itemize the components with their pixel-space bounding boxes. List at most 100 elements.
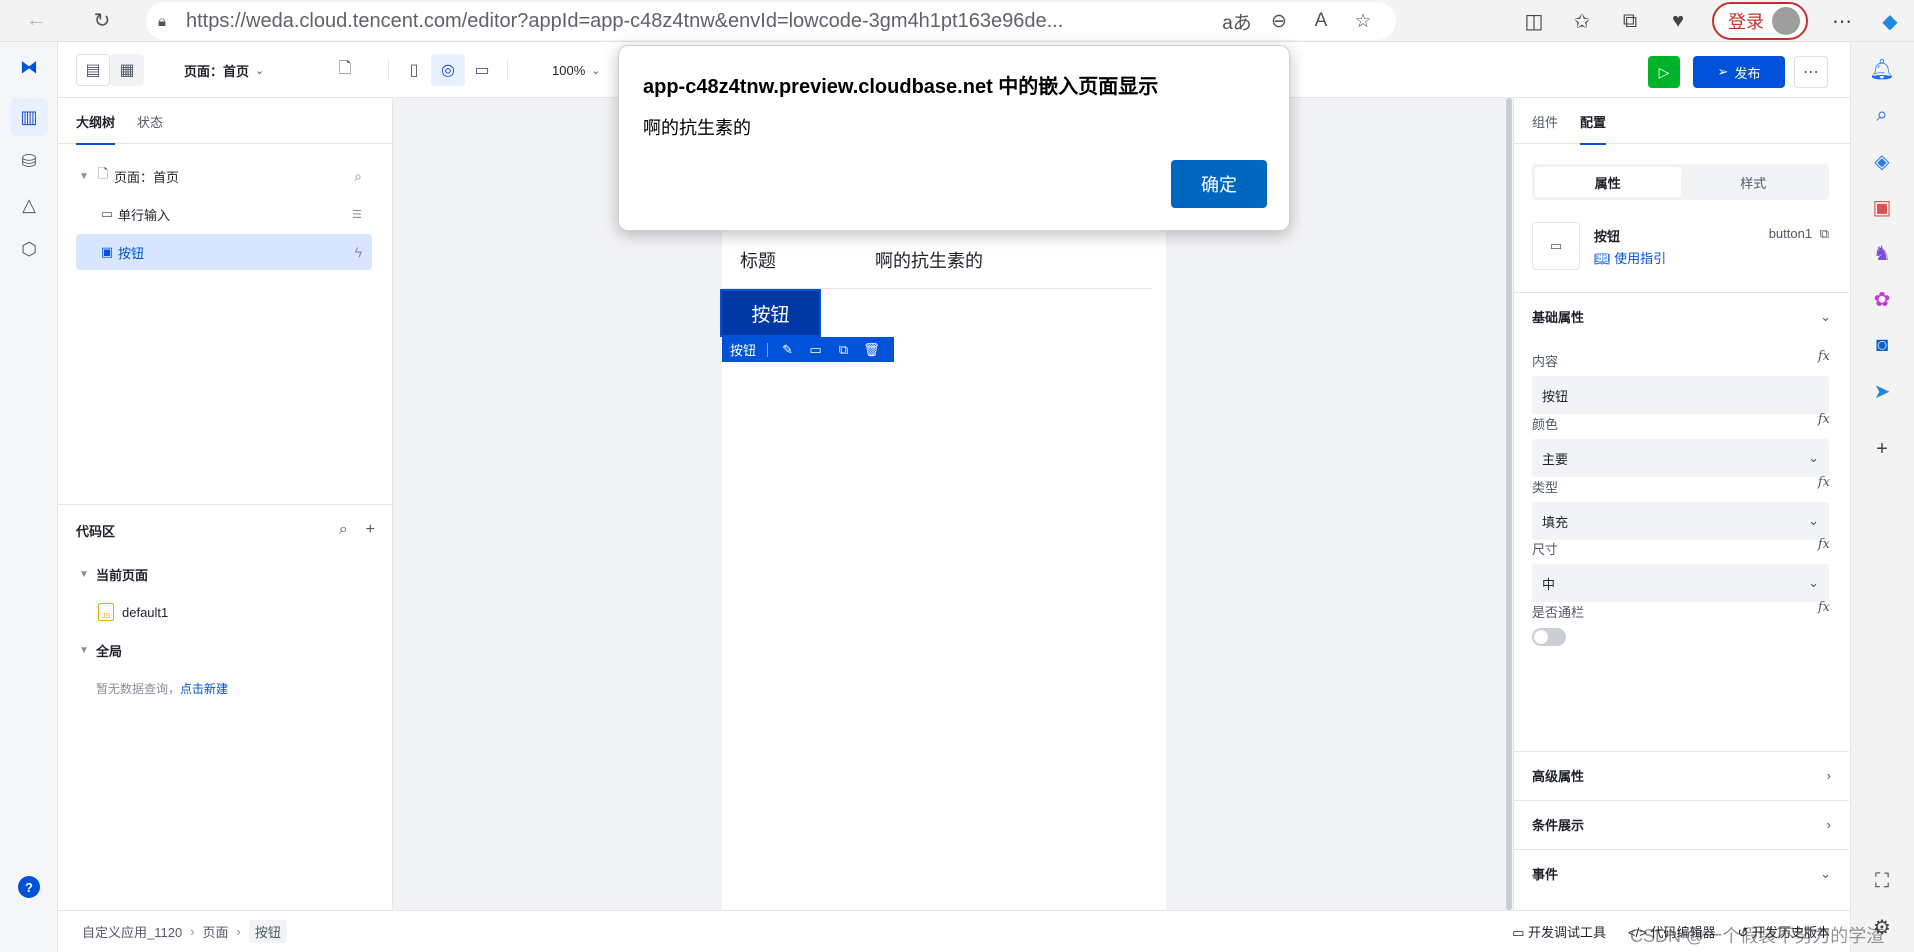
tab-state[interactable]: 状态 <box>137 98 163 144</box>
search-icon[interactable]: ⌕ <box>339 521 348 539</box>
back-icon[interactable]: ← <box>16 0 56 40</box>
publish-button[interactable]: ➢ 发布 <box>1693 56 1785 88</box>
fx-icon[interactable]: fx <box>1818 349 1830 364</box>
condition-header[interactable]: 条件展示 › <box>1514 800 1849 848</box>
lock-icon[interactable]: 🔒︎ <box>158 13 186 30</box>
text-size-icon[interactable]: A <box>1300 10 1342 32</box>
mobile-view-icon[interactable]: ▯ <box>397 54 431 86</box>
chevron-down-icon[interactable]: ⌄ <box>1820 309 1831 325</box>
caret-down-icon[interactable]: ▼ <box>76 569 92 580</box>
breadcrumb-item[interactable]: 按钮 <box>248 920 287 943</box>
add-page-icon[interactable]: 🗋︎ <box>328 54 362 86</box>
components-icon[interactable]: △ <box>10 186 48 224</box>
health-icon[interactable]: ♥ <box>1654 1 1702 41</box>
type-select[interactable]: 填充 ⌄ <box>1532 502 1829 540</box>
template-icon[interactable]: ▦ <box>110 54 144 86</box>
events-header[interactable]: 事件 ⌄ <box>1514 849 1849 897</box>
usage-guide-link[interactable]: 📖︎ 使用指引 <box>1594 248 1666 267</box>
color-select[interactable]: 主要 ⌄ <box>1532 439 1829 477</box>
basic-props-header[interactable]: 基础属性 ⌄ <box>1514 292 1849 340</box>
responsive-view-icon[interactable]: ◎ <box>431 54 465 86</box>
tag-icon[interactable]: ◈ <box>1867 146 1897 176</box>
layout-icon[interactable]: ▥ <box>10 98 48 136</box>
outlook-icon[interactable]: ◙ <box>1867 330 1897 360</box>
refresh-icon[interactable]: ↻ <box>82 0 122 40</box>
delete-icon[interactable]: 🗑︎ <box>863 342 880 358</box>
segment-props[interactable]: 属性 <box>1535 167 1681 197</box>
favorites-icon[interactable]: ✩ <box>1558 1 1606 41</box>
group-current-page[interactable]: ▼ 当前页面 <box>58 555 393 593</box>
breadcrumb-item[interactable]: 页面 <box>203 922 229 941</box>
edit-icon[interactable]: ✎ <box>779 342 796 358</box>
debug-tools-button[interactable]: ▭ 开发调试工具 <box>1512 922 1606 941</box>
url-text[interactable]: https://weda.cloud.tencent.com/editor?ap… <box>186 10 1216 33</box>
copy-icon[interactable]: ⧉ <box>1820 226 1829 241</box>
tree-item-input[interactable]: ▭ 单行输入 ☰ <box>76 196 372 232</box>
canvas-button[interactable]: 按钮 <box>720 289 821 337</box>
fx-icon[interactable]: fx <box>1818 537 1830 552</box>
send-icon[interactable]: ➤ <box>1867 376 1897 406</box>
caret-down-icon[interactable]: ▼ <box>76 171 92 182</box>
block-toggle[interactable] <box>1532 628 1566 646</box>
tree-item-page[interactable]: ▼ 🗋︎ 页面：首页 ⌕ <box>76 158 372 194</box>
split-screen-icon[interactable]: ◫ <box>1510 1 1558 41</box>
page-select[interactable]: 页面：首页 <box>184 61 249 80</box>
search-icon[interactable]: ⌕ <box>1867 100 1897 130</box>
address-bar[interactable]: 🔒︎ https://weda.cloud.tencent.com/editor… <box>146 2 1396 40</box>
form-item[interactable]: 标题 啊的抗生素的 <box>722 231 1152 289</box>
content-input[interactable]: 按钮 <box>1532 376 1829 414</box>
form-value[interactable]: 啊的抗生素的 <box>875 247 983 273</box>
chevron-down-icon[interactable]: ⌄ <box>591 64 600 77</box>
bell-icon[interactable]: 🔔︎ <box>1867 54 1897 84</box>
lightning-icon[interactable]: ϟ <box>355 244 362 260</box>
chevron-right-icon[interactable]: › <box>1827 817 1831 832</box>
office-icon[interactable]: ✿ <box>1867 284 1897 314</box>
tab-components[interactable]: 组件 <box>1532 98 1558 144</box>
tab-config[interactable]: 配置 <box>1580 98 1607 145</box>
data-stack-icon[interactable]: ☰ <box>352 208 362 221</box>
tree-item-button[interactable]: ▣ 按钮 ϟ <box>76 234 372 270</box>
fx-icon[interactable]: fx <box>1818 412 1830 427</box>
advanced-props-header[interactable]: 高级属性 › <box>1514 751 1849 799</box>
code-file-item[interactable]: JS default1 <box>58 593 393 631</box>
more-options-button[interactable]: ⋯ <box>1794 56 1828 88</box>
caret-down-icon[interactable]: ▼ <box>76 645 92 656</box>
fx-icon[interactable]: fx <box>1818 600 1830 615</box>
settings-hex-icon[interactable]: ⬡ <box>10 230 48 268</box>
copilot-icon[interactable]: ◆ <box>1866 1 1914 41</box>
create-link[interactable]: 点击新建 <box>180 680 228 697</box>
chevron-down-icon[interactable]: ⌄ <box>1820 866 1831 882</box>
run-preview-button[interactable]: ▷ <box>1648 56 1680 88</box>
chevron-right-icon[interactable]: › <box>1827 768 1831 783</box>
database-icon[interactable]: ⛁ <box>10 142 48 180</box>
zoom-out-icon[interactable]: ⊖ <box>1258 10 1300 33</box>
tab-outline[interactable]: 大纲树 <box>76 98 116 145</box>
toolbox-icon[interactable]: ▣ <box>1867 192 1897 222</box>
collections-icon[interactable]: ⧉ <box>1606 1 1654 41</box>
games-icon[interactable]: ♞ <box>1867 238 1897 268</box>
size-select[interactable]: 中 ⌄ <box>1532 564 1829 602</box>
chevron-down-icon[interactable]: ⌄ <box>255 64 264 77</box>
zoom-select[interactable]: 100% <box>552 63 585 78</box>
desktop-view-icon[interactable]: ▭ <box>465 54 499 86</box>
add-icon[interactable]: + <box>366 521 375 539</box>
login-button[interactable]: 登录 <box>1712 2 1808 40</box>
search-icon[interactable]: ⌕ <box>354 168 362 185</box>
save-icon[interactable]: ▭ <box>807 342 824 358</box>
add-icon[interactable]: + <box>1867 434 1897 464</box>
page-view-icon[interactable]: ▤ <box>76 54 110 86</box>
copy-icon[interactable]: ⧉ <box>835 342 852 358</box>
fx-icon[interactable]: fx <box>1818 475 1830 490</box>
ok-button[interactable]: 确定 <box>1171 160 1267 208</box>
favorite-star-icon[interactable]: ☆ <box>1342 10 1384 33</box>
breadcrumb-item[interactable]: 自定义应用_1120 <box>82 922 182 941</box>
dialog-title: app-c48z4tnw.preview.cloudbase.net 中的嵌入页… <box>643 76 1159 98</box>
group-global[interactable]: ▼ 全局 <box>58 631 393 669</box>
segment-style[interactable]: 样式 <box>1681 167 1827 197</box>
more-menu-icon[interactable]: ⋯ <box>1818 1 1866 41</box>
screenshot-icon[interactable]: ⛶ <box>1867 866 1897 896</box>
help-icon[interactable]: ? <box>18 876 40 898</box>
app-logo-icon[interactable]: ⧓ <box>10 48 48 86</box>
scrollbar[interactable] <box>1506 98 1512 910</box>
read-aloud-icon[interactable]: aあ <box>1216 8 1258 35</box>
